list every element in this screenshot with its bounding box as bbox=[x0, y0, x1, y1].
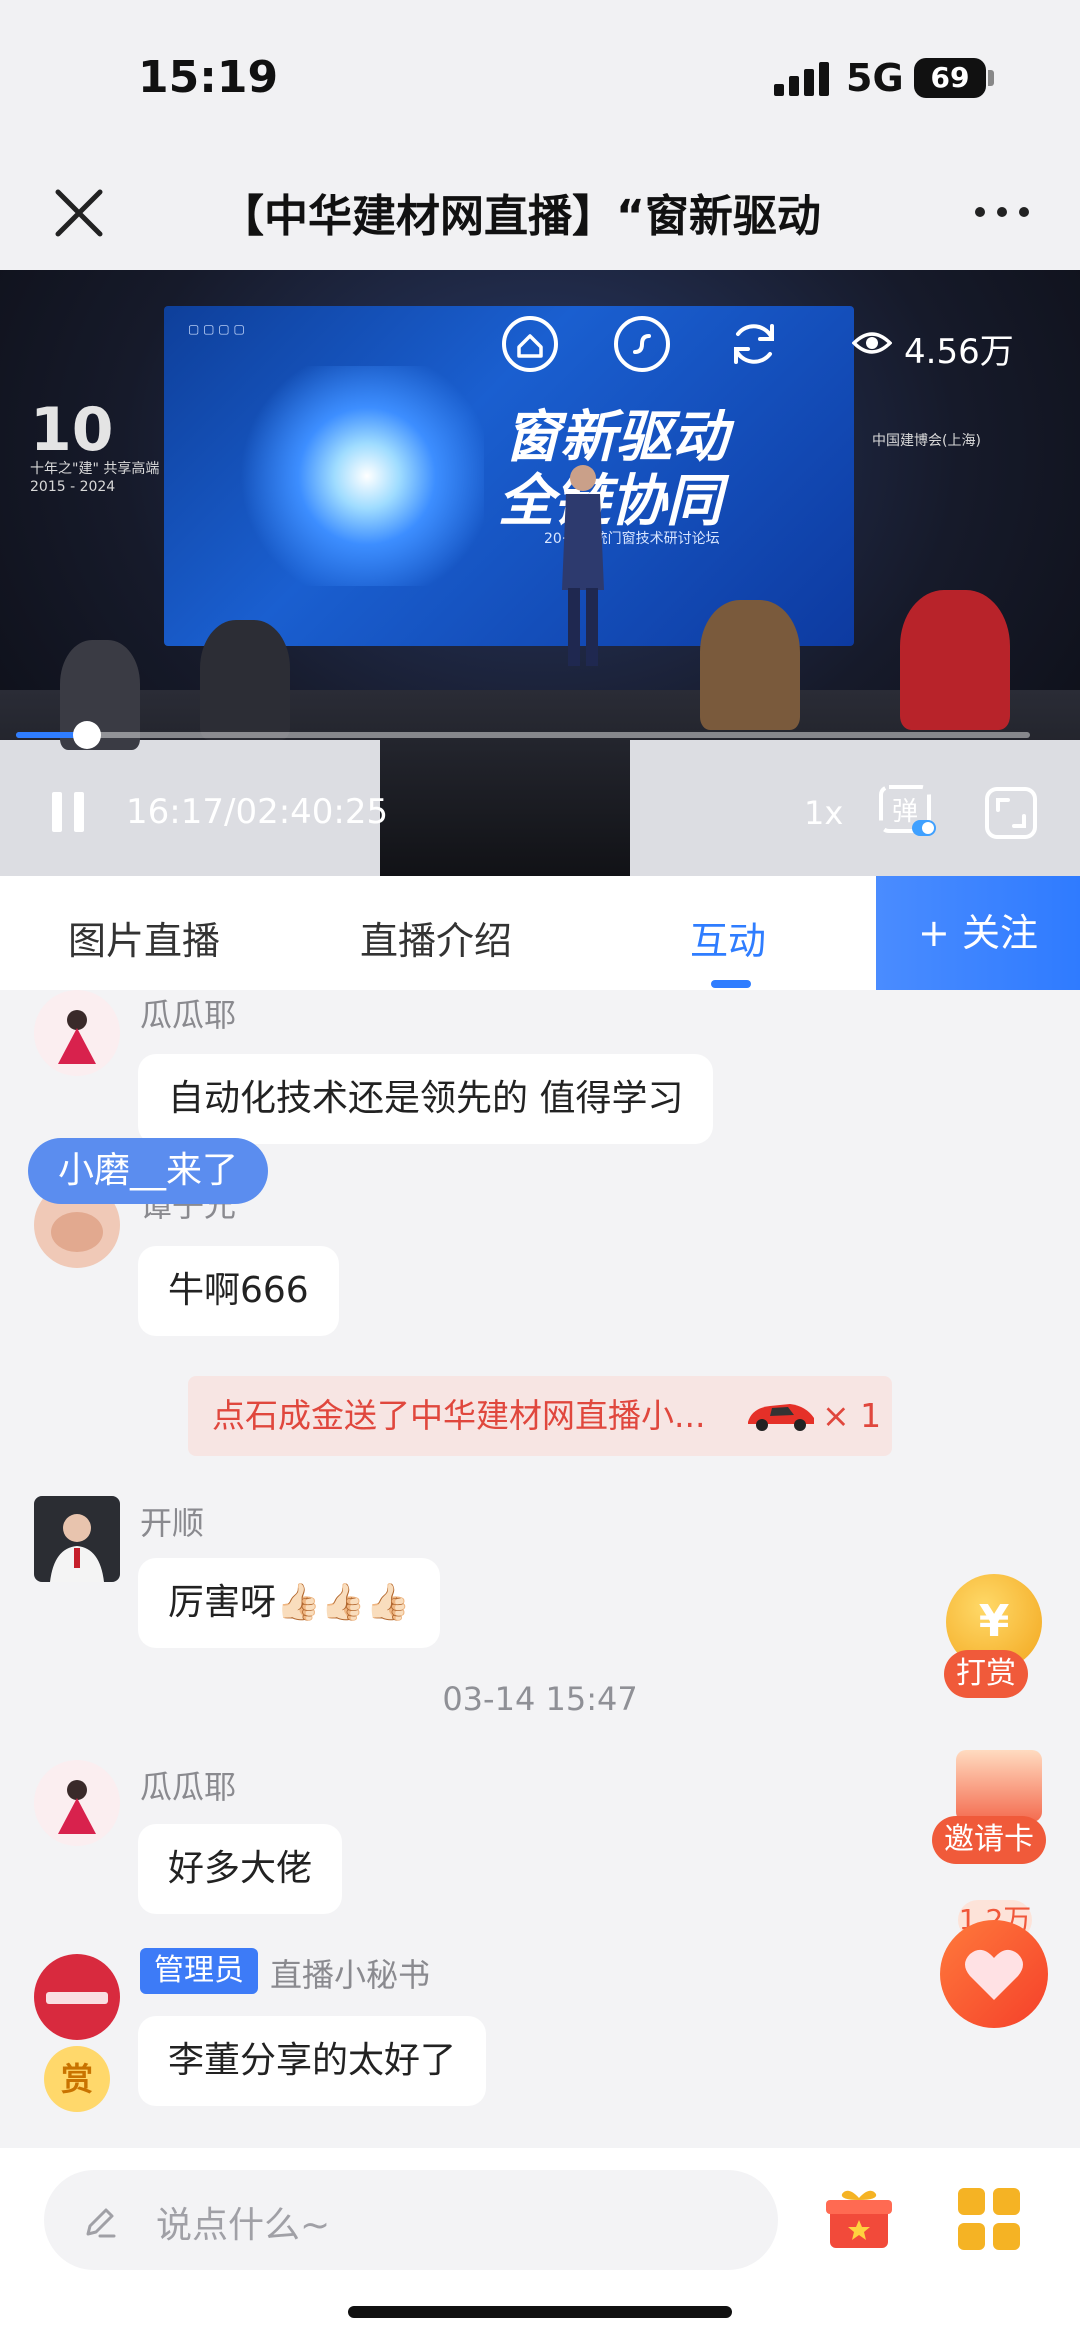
chat-nickname: 开顺 bbox=[140, 1504, 205, 1542]
like-button[interactable] bbox=[940, 1920, 1048, 2028]
reward-badge: 赏 bbox=[44, 2046, 110, 2112]
share-link-icon[interactable] bbox=[612, 314, 672, 374]
video-player[interactable]: ▢ ▢ ▢ ▢ 窗新驱动 全链协同 20··· 系统门窗技术研讨论坛 10 十年… bbox=[0, 270, 1080, 876]
battery-icon: 69 bbox=[914, 58, 986, 98]
sports-car-icon bbox=[748, 1404, 814, 1431]
chat-bubble: 牛啊666 bbox=[138, 1246, 339, 1336]
nav-bar: 【中华建材网直播】“窗新驱动 bbox=[0, 160, 1080, 270]
avatar[interactable] bbox=[34, 1954, 120, 2040]
tip-label[interactable]: 打赏 bbox=[944, 1650, 1028, 1698]
viewer-count-text: 4.56万 bbox=[904, 332, 1014, 372]
tab-bar: 图片直播 直播介绍 互动 + 关注 bbox=[0, 876, 1080, 990]
status-bar: 15:19 5G 69 bbox=[0, 0, 1080, 160]
invite-card-icon[interactable] bbox=[956, 1750, 1042, 1822]
tab-active-indicator bbox=[711, 980, 751, 988]
follow-button[interactable]: + 关注 bbox=[876, 876, 1080, 990]
left-banner-big: 10 bbox=[30, 395, 114, 465]
avatar[interactable] bbox=[34, 1496, 120, 1582]
speaker-figure bbox=[562, 465, 604, 666]
tab-photo-live[interactable]: 图片直播 bbox=[68, 910, 220, 965]
eye-icon bbox=[852, 332, 892, 354]
refresh-icon[interactable] bbox=[724, 314, 784, 374]
stage-title-line2: 全链协同 bbox=[498, 469, 722, 534]
more-icon[interactable] bbox=[970, 182, 1034, 242]
more-apps-icon[interactable] bbox=[958, 2188, 1020, 2250]
chat-bubble: 自动化技术还是领先的 值得学习 bbox=[138, 1054, 714, 1144]
left-banner: 10 十年之"建" 共享高端 2015 - 2024 bbox=[30, 400, 159, 496]
battery-cap bbox=[988, 70, 994, 86]
heart-icon bbox=[965, 1949, 1023, 2000]
svg-text:弹: 弹 bbox=[892, 797, 918, 827]
gift-notice: 点石成金送了中华建材网直播小... × 1 bbox=[188, 1376, 892, 1456]
signal-icon bbox=[774, 62, 830, 96]
speed-button[interactable]: 1x bbox=[804, 794, 843, 832]
tab-live-intro[interactable]: 直播介绍 bbox=[360, 910, 512, 965]
avatar[interactable] bbox=[34, 990, 120, 1076]
chat-list[interactable]: 瓜瓜耶 自动化技术还是领先的 值得学习 谭子兄 牛啊666 小磨__来了 点石成… bbox=[0, 990, 1080, 2148]
join-toast: 小磨__来了 bbox=[28, 1138, 269, 1204]
invite-label[interactable]: 邀请卡 bbox=[932, 1816, 1046, 1864]
audience-figure bbox=[200, 620, 290, 740]
chat-bubble: 李董分享的太好了 bbox=[138, 2016, 487, 2106]
page-title: 【中华建材网直播】“窗新驱动 bbox=[220, 191, 821, 242]
bottom-bar: 说点什么~ bbox=[0, 2148, 1080, 2341]
home-icon[interactable] bbox=[500, 314, 560, 374]
admin-badge: 管理员 bbox=[140, 1948, 258, 1994]
home-indicator bbox=[348, 2306, 732, 2318]
time-separator: / bbox=[223, 792, 236, 832]
gift-count: × 1 bbox=[822, 1396, 882, 1435]
pause-icon[interactable] bbox=[50, 792, 90, 836]
left-banner-line1: 十年之"建" 共享高端 bbox=[30, 461, 160, 477]
comment-input[interactable]: 说点什么~ bbox=[44, 2170, 778, 2270]
chat-nickname: 瓜瓜耶 bbox=[140, 996, 237, 1034]
right-banner: 中国建博会(上海) bbox=[872, 433, 981, 449]
screen-logos: ▢ ▢ ▢ ▢ bbox=[188, 322, 245, 336]
current-time: 16:17 bbox=[126, 792, 224, 832]
audience-figure bbox=[900, 590, 1010, 730]
progress-handle[interactable] bbox=[72, 721, 101, 749]
playback-time: 16:17/02:40:25 bbox=[126, 792, 388, 832]
progress-track[interactable] bbox=[16, 732, 1030, 738]
pencil-icon bbox=[86, 2208, 116, 2238]
gift-notice-text: 点石成金送了中华建材网直播小... bbox=[212, 1396, 706, 1435]
screen-graphic bbox=[224, 366, 484, 586]
fullscreen-icon[interactable] bbox=[984, 786, 1038, 840]
comment-placeholder: 说点什么~ bbox=[156, 2205, 331, 2246]
chat-nickname: 直播小秘书 bbox=[270, 1956, 431, 1994]
gift-icon[interactable] bbox=[824, 2184, 894, 2254]
audience-figure bbox=[700, 600, 800, 730]
chat-bubble: 好多大佬 bbox=[138, 1824, 343, 1914]
danmaku-toggle-icon[interactable]: 弹 bbox=[878, 784, 938, 840]
chat-nickname: 瓜瓜耶 bbox=[140, 1768, 237, 1806]
network-type: 5G bbox=[846, 56, 904, 100]
chat-bubble: 厉害呀👍🏻👍🏻👍🏻 bbox=[138, 1558, 441, 1648]
viewer-count: 4.56万 bbox=[852, 322, 1042, 372]
avatar[interactable] bbox=[34, 1760, 120, 1846]
duration: 02:40:25 bbox=[235, 792, 389, 832]
chat-timestamp: 03-14 15:47 bbox=[442, 1680, 638, 1718]
status-time: 15:19 bbox=[138, 52, 279, 103]
tab-interaction[interactable]: 互动 bbox=[690, 910, 766, 965]
close-icon[interactable] bbox=[48, 182, 110, 244]
left-banner-line2: 2015 - 2024 bbox=[30, 479, 116, 495]
